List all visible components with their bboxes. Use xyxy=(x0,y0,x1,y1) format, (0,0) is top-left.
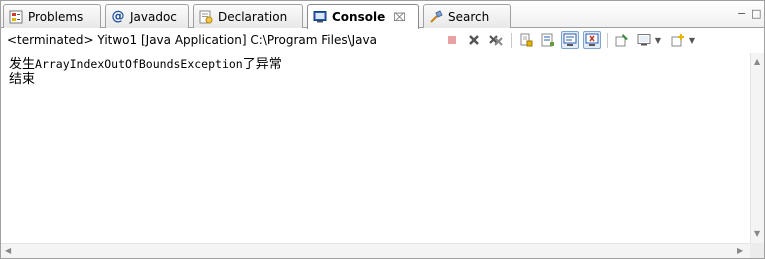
console-line: 发生ArrayIndexOutOfBoundsException了异常 xyxy=(9,57,750,72)
view-tab-bar: Problems @ Javadoc Declaration Console ⌧… xyxy=(1,1,764,29)
show-on-stdout-icon[interactable] xyxy=(561,31,579,49)
tab-console[interactable]: Console ⌧ xyxy=(307,4,419,29)
console-output[interactable]: 发生ArrayIndexOutOfBoundsException了异常 结束 xyxy=(1,53,750,243)
scroll-left-icon[interactable]: ◀ xyxy=(5,246,11,255)
terminate-icon[interactable] xyxy=(443,31,461,49)
scroll-up-icon[interactable]: ▲ xyxy=(754,57,760,66)
close-icon[interactable]: ⌧ xyxy=(393,11,406,24)
tab-search[interactable]: Search xyxy=(423,4,511,28)
tab-console-label: Console xyxy=(332,10,386,24)
console-toolbar: <terminated> Yitwo1 [Java Application] C… xyxy=(1,29,764,51)
open-console-icon[interactable] xyxy=(669,31,687,49)
tab-javadoc[interactable]: @ Javadoc xyxy=(105,4,189,28)
remove-all-terminated-icon[interactable] xyxy=(487,31,505,49)
tab-problems[interactable]: Problems xyxy=(3,4,101,28)
console-icon xyxy=(312,9,328,25)
declaration-icon xyxy=(198,9,214,25)
console-line-prefix: 发生 xyxy=(9,57,36,72)
tab-problems-label: Problems xyxy=(28,9,84,24)
vertical-scrollbar[interactable]: ▲ ▼ xyxy=(750,53,764,243)
show-on-stderr-icon[interactable] xyxy=(583,31,601,49)
scroll-down-icon[interactable]: ▼ xyxy=(754,229,760,238)
remove-launch-icon[interactable] xyxy=(465,31,483,49)
tab-declaration-label: Declaration xyxy=(218,9,288,24)
toolbar-separator xyxy=(607,33,608,48)
console-line: 结束 xyxy=(9,72,750,87)
maximize-icon[interactable]: □ xyxy=(751,7,761,20)
toolbar-spacer xyxy=(701,33,702,48)
console-line-suffix: 了异常 xyxy=(242,57,282,72)
search-icon xyxy=(428,9,444,25)
chevron-down-icon[interactable]: ▼ xyxy=(653,31,663,49)
pin-console-icon[interactable] xyxy=(613,31,631,49)
console-line-exception: ArrayIndexOutOfBoundsException xyxy=(35,57,243,71)
display-console-icon[interactable] xyxy=(635,31,653,49)
javadoc-icon: @ xyxy=(111,9,125,24)
word-wrap-icon[interactable] xyxy=(539,31,557,49)
tab-declaration[interactable]: Declaration xyxy=(193,4,303,28)
tab-javadoc-label: Javadoc xyxy=(130,9,177,24)
scrollbar-corner xyxy=(750,243,764,258)
problems-icon xyxy=(8,9,24,25)
scroll-right-icon[interactable]: ▶ xyxy=(737,246,743,255)
launch-status: <terminated> Yitwo1 [Java Application] C… xyxy=(7,33,377,47)
tab-search-label: Search xyxy=(448,9,490,24)
chevron-down-icon[interactable]: ▼ xyxy=(687,31,697,49)
console-view: Problems @ Javadoc Declaration Console ⌧… xyxy=(0,0,765,259)
toolbar-separator xyxy=(511,33,512,48)
scroll-lock-icon[interactable] xyxy=(517,31,535,49)
minimize-icon[interactable]: − xyxy=(737,7,746,20)
horizontal-scrollbar[interactable]: ◀ ▶ xyxy=(1,243,750,258)
console-line-prefix: 结束 xyxy=(9,72,36,87)
